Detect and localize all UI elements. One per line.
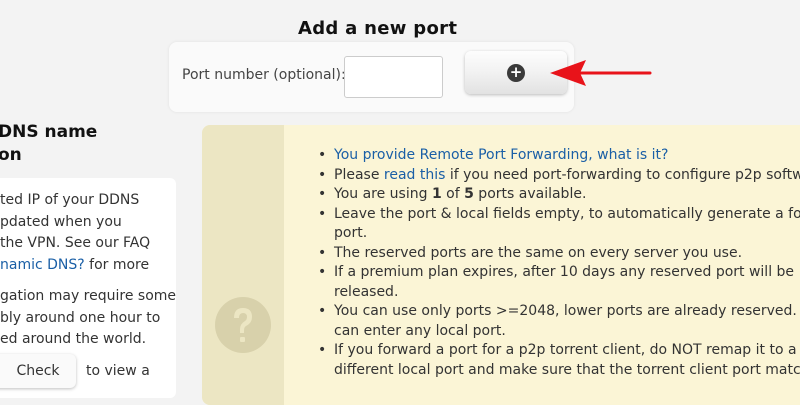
ddns-text-after-link: for more xyxy=(84,256,150,273)
info-text: You can use only ports >=2048, lower por… xyxy=(334,303,800,319)
ports-total-count: 5 xyxy=(464,186,474,202)
ddns-text-line: bly around one hour to xyxy=(0,309,161,326)
check-button-label: Check xyxy=(16,363,60,379)
list-item: Please read this if you need port-forwar… xyxy=(316,166,800,186)
ddns-description: ted IP of your DDNS pdated when you the … xyxy=(0,190,177,351)
list-item: The reserved ports are the same on every… xyxy=(316,244,800,264)
port-info-list: You provide Remote Port Forwarding, what… xyxy=(316,146,800,380)
list-item: If a premium plan expires, after 10 days… xyxy=(316,263,800,302)
add-port-title: Add a new port xyxy=(298,18,458,39)
list-item: You are using 1 of 5 ports available. xyxy=(316,185,800,205)
info-text: If you forward a port for a p2p torrent … xyxy=(334,342,797,358)
info-text: can enter any local port. xyxy=(334,322,506,339)
info-text: different local port and make sure that … xyxy=(334,361,800,378)
ddns-text-line: ted IP of your DDNS xyxy=(0,192,140,208)
ddns-text-line: namic DNS? for more xyxy=(0,255,168,277)
red-arrow-annotation xyxy=(550,60,652,86)
ddns-heading: DNS name on xyxy=(0,121,97,167)
info-text: port. xyxy=(334,225,368,241)
info-text: If a premium plan expires, after 10 days… xyxy=(334,264,795,280)
ddns-heading-line2: on xyxy=(0,145,22,165)
plus-circle-icon: + xyxy=(507,64,525,82)
info-text: released. xyxy=(334,283,399,300)
info-text: The reserved ports are the same on every… xyxy=(334,244,743,261)
list-item: Leave the port & local fields empty, to … xyxy=(316,205,800,244)
info-text: if you need port-forwarding to configure… xyxy=(445,166,800,183)
info-text: Leave the port & local fields empty, to … xyxy=(334,205,800,222)
ports-used-count: 1 xyxy=(431,186,442,202)
ddns-text-line: the VPN. See our FAQ xyxy=(0,235,151,251)
ddns-heading-line1: DNS name xyxy=(0,122,98,142)
check-button[interactable]: Check xyxy=(0,354,76,388)
to-view-text: to view a xyxy=(86,363,150,379)
ddns-text-line: ed around the world. xyxy=(0,331,147,347)
info-icon-strip xyxy=(202,125,284,405)
info-text: ports available. xyxy=(473,186,587,202)
read-this-link[interactable]: read this xyxy=(384,167,446,183)
dynamic-dns-faq-link[interactable]: namic DNS? xyxy=(0,257,85,273)
list-item: You can use only ports >=2048, lower por… xyxy=(316,302,800,341)
info-text: You are using xyxy=(334,186,432,202)
info-text: of xyxy=(441,186,465,202)
list-item: You provide Remote Port Forwarding, what… xyxy=(316,146,800,166)
ddns-text-line: pdated when you xyxy=(0,213,122,230)
remote-port-forwarding-link[interactable]: You provide Remote Port Forwarding, what… xyxy=(334,147,668,163)
port-number-label: Port number (optional): xyxy=(182,67,346,83)
port-number-input[interactable] xyxy=(344,56,443,98)
list-item: If you forward a port for a p2p torrent … xyxy=(316,341,800,380)
ddns-text-line: gation may require some xyxy=(0,288,177,304)
info-text: Please xyxy=(334,166,384,183)
question-circle-icon xyxy=(215,297,271,353)
